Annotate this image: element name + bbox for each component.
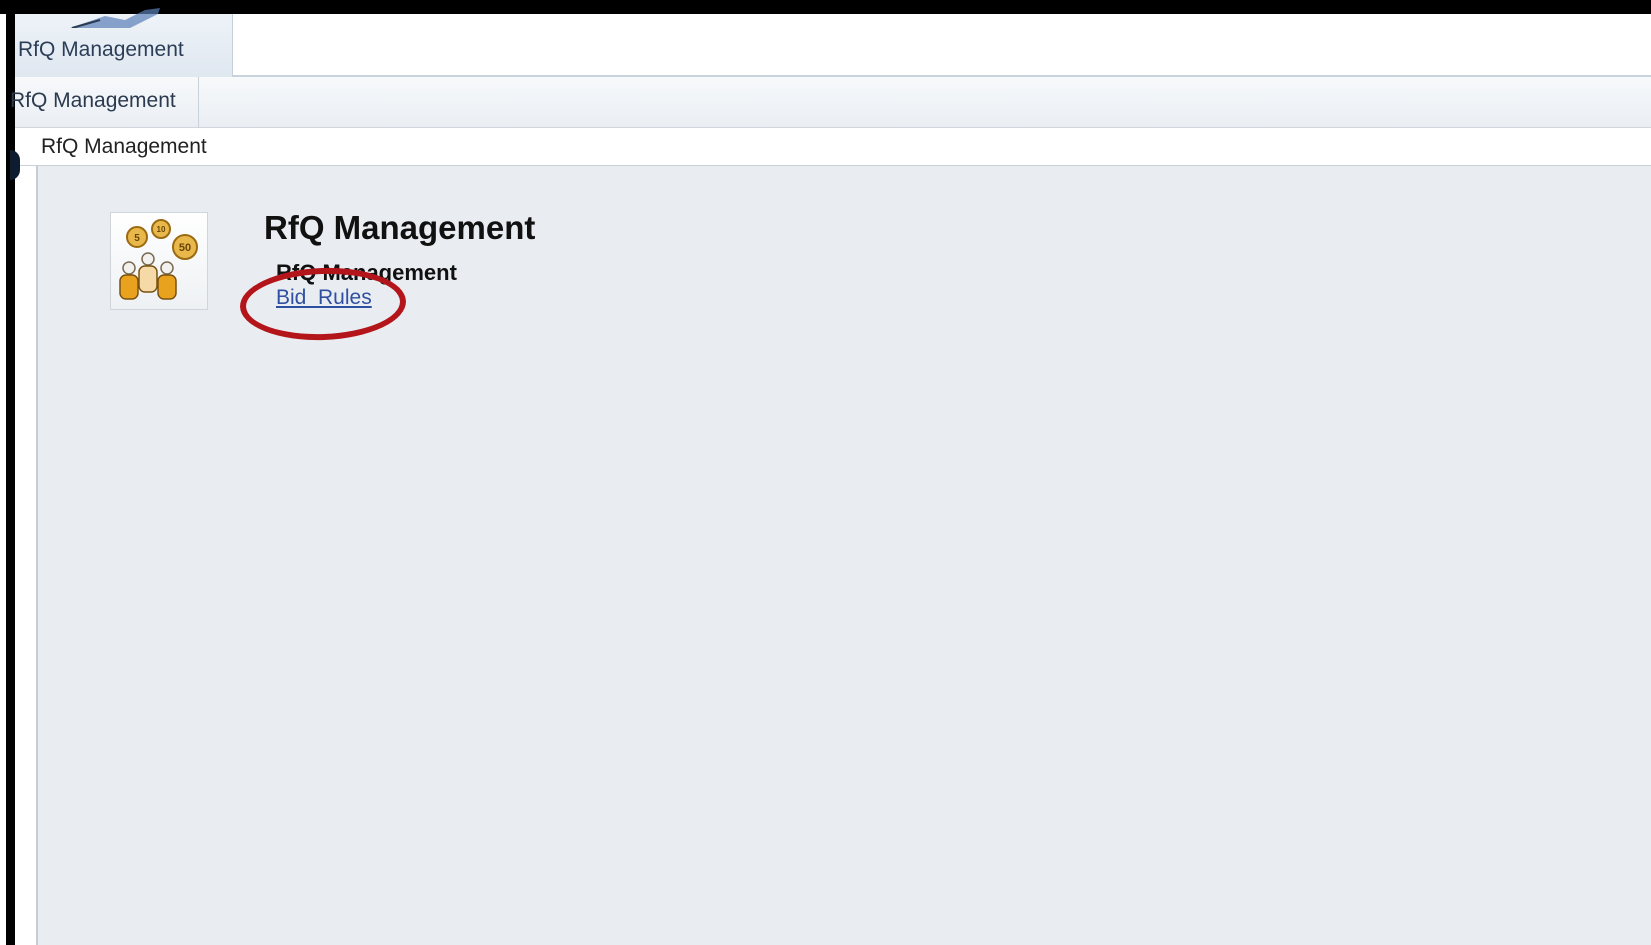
subnav-item-label: RfQ Management: [10, 89, 176, 112]
page-title: RfQ Management: [264, 209, 536, 246]
tab-pen-icon: [70, 8, 160, 28]
app-tile[interactable]: 5 10 50: [110, 212, 208, 310]
navigation-toggle-handle[interactable]: [10, 150, 20, 180]
screenshot-frame: RfQ Management RfQ Management RfQ Manage…: [0, 0, 1651, 945]
secondary-navigation: RfQ Management: [10, 77, 1651, 128]
rfq-bidders-coins-icon: 5 10 50: [119, 219, 198, 300]
tab-rfq-management[interactable]: RfQ Management: [15, 8, 233, 77]
frame-border-top: [0, 0, 1651, 14]
section-title: RfQ Management: [276, 260, 457, 285]
page-header-bar: RfQ Management: [15, 128, 1651, 166]
tab-strip-empty: [233, 14, 1651, 77]
bid-rules-link[interactable]: Bid Rules: [276, 286, 372, 310]
breadcrumb: RfQ Management: [41, 135, 207, 158]
main-content-panel: 5 10 50 RfQ Management RfQ Management Bi…: [36, 166, 1651, 945]
coin-label: 5: [134, 233, 140, 244]
tab-label: RfQ Management: [18, 38, 184, 61]
coin-label: 50: [179, 242, 191, 254]
coin-label: 10: [157, 225, 166, 234]
subnav-item-rfq-management[interactable]: RfQ Management: [10, 77, 199, 128]
frame-border-left: [6, 0, 15, 945]
